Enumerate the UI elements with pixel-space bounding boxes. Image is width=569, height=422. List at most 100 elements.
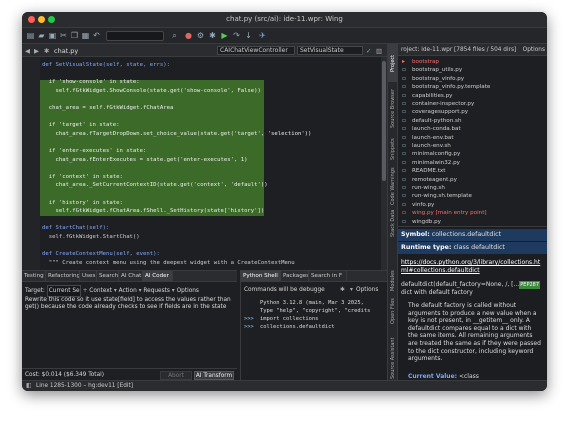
copy-icon[interactable]: ❐ (70, 31, 79, 40)
status-text: Line 1285-1300 – hg:dev11 [Edit] (36, 383, 134, 389)
project-title: roject: ide-11.wpr [7854 files / 504 dir… (401, 47, 517, 53)
vertical-tab-source-browser[interactable]: Source Browser (388, 84, 398, 132)
requests-arrow-icon[interactable]: ▾ (139, 288, 142, 294)
project-item[interactable]: coveragesupport.py (412, 108, 468, 116)
tab-python-shell[interactable]: Python Shell (241, 271, 281, 282)
ai-coder-toolbar: Target: Current Se + Context ▾ Action ▾ … (25, 285, 199, 297)
step-into-icon[interactable]: ↓ (244, 31, 253, 40)
target-dropdown[interactable]: Current Se (46, 285, 81, 297)
class-dropdown[interactable]: CAIChatViewController (217, 46, 295, 55)
shell-prompt: >>> (244, 324, 254, 330)
action-menu-button[interactable]: Action (119, 288, 137, 294)
options-arrow-icon[interactable]: ▾ (350, 285, 353, 295)
python-shell-panel: Python Shell Packages Search in F Commands… (240, 270, 387, 380)
project-item[interactable]: capabilities.py (412, 92, 452, 100)
undo-icon[interactable]: ↶ (92, 31, 101, 40)
method-dropdown[interactable]: SetVisualState (297, 46, 363, 55)
project-item[interactable]: bootstrap_vinfo.py.template (412, 83, 490, 91)
tab-packages[interactable]: Packages (281, 271, 309, 282)
bug-icon[interactable]: ✱ (208, 31, 217, 40)
runtime-label: Runtime type: (401, 244, 452, 251)
vertical-tab-snippets[interactable]: Snippets (388, 134, 398, 164)
tab-search[interactable]: Search (97, 271, 119, 282)
code-area[interactable]: def SetVisualState(self, state, errs): i… (22, 57, 387, 270)
options-arrow-icon[interactable]: ▾ (172, 288, 175, 294)
vertical-tab-open-files[interactable]: Open Files (388, 296, 398, 326)
settings-icon[interactable]: ⚙ (196, 31, 205, 40)
file-icon: ▫ (402, 91, 407, 99)
tab-testing[interactable]: Testing (22, 271, 46, 282)
action-arrow-icon[interactable]: ▾ (114, 288, 117, 294)
vertical-tab-stack-data[interactable]: Stack Data (388, 208, 398, 238)
project-item[interactable]: launch-env.sh (412, 142, 451, 150)
project-item[interactable]: README.txt (412, 167, 445, 175)
paste-icon[interactable]: ▦ (81, 31, 90, 40)
project-item[interactable]: bootstrap_utils.py (412, 66, 462, 74)
open-folder-icon[interactable]: ▰ (37, 31, 46, 40)
requests-menu-button[interactable]: Requests (143, 288, 170, 294)
abort-button[interactable]: Abort (160, 371, 192, 380)
right-pane: Project Source Browser Snippets Code Warnin… (387, 44, 547, 380)
project-item[interactable]: remoteagent.py (412, 176, 457, 184)
shell-output[interactable]: Python 3.12.8 (main, Mar 3 2025, Type "he… (241, 299, 387, 379)
symbol-value: collections.defaultdict (431, 231, 502, 238)
vertical-tab-source-assistant[interactable]: Source Assistant (388, 328, 398, 388)
project-item[interactable]: bootstrap (412, 58, 439, 66)
project-item[interactable]: default-python.sh (412, 117, 462, 125)
code-line: chat_area.fTargetDropDown.set_choice_val… (42, 130, 312, 137)
cut-icon[interactable]: ✂ (59, 31, 68, 40)
context-menu-button[interactable]: Context (89, 288, 112, 294)
project-item[interactable]: vinfo.py (412, 201, 434, 209)
tab-refactoring[interactable]: Refactoring (46, 271, 80, 282)
current-value-label: Current Value: (408, 373, 458, 380)
editor-file-tab[interactable]: chat.py (54, 46, 104, 56)
file-icon: ▫ (402, 192, 407, 200)
line-gutter (22, 57, 40, 270)
vertical-tab-code-warnings[interactable]: Code Warnings (388, 166, 398, 206)
project-item[interactable]: container-inspector.py (412, 100, 474, 108)
status-icon: ◧ (26, 383, 32, 389)
vertical-tab-project[interactable]: Project (388, 44, 398, 82)
forward-arrow-icon[interactable]: ▶ (34, 46, 39, 56)
code-line: chat_area = self.fGtkWidget.fChatArea (42, 105, 174, 111)
tab-ai-chat[interactable]: AI Chat (119, 271, 143, 282)
code-line: self.fGtkWidget.fChatArea.fShell._SetHis… (42, 208, 265, 215)
code-line: if 'show-console' in state: (42, 79, 140, 86)
editor-scrollbar-thumb[interactable] (382, 61, 386, 181)
project-item[interactable]: bootstrap_vinfo.py (412, 75, 464, 83)
title-bar: chat.py (src/ai): ide-11.wpr: Wing (22, 12, 547, 28)
shell-text: Type "help", "copyright", "credits (260, 308, 371, 314)
shell-text: Python 3.12.8 (main, Mar 3 2025, (260, 300, 364, 306)
shell-text: collections.defaultdict (260, 324, 335, 330)
run-icon[interactable]: ▶ (220, 31, 229, 40)
project-options-button[interactable]: Options (523, 44, 545, 55)
project-item[interactable]: minimalconfig.py (412, 150, 460, 158)
doc-link[interactable]: https://docs.python.org/3/library/collec… (401, 259, 544, 275)
tab-uses[interactable]: Uses (80, 271, 97, 282)
step-over-icon[interactable]: ↷ (232, 31, 241, 40)
project-item[interactable]: minimalwin32.py (412, 159, 460, 167)
find-icon[interactable]: ⌕ (170, 31, 179, 40)
save-icon[interactable]: ▣ (48, 31, 57, 40)
project-item[interactable]: launch-conda.bat (412, 125, 461, 133)
context-plus-icon[interactable]: + (83, 288, 88, 294)
project-item[interactable]: run-wing.sh.template (412, 192, 472, 200)
ai-prompt-input[interactable]: Rewrite this code so it use state[field]… (25, 297, 233, 357)
file-icon: ▫ (402, 83, 407, 91)
split-icon[interactable]: ▥ (376, 46, 382, 56)
toolbar-search-input[interactable] (106, 31, 164, 41)
project-item[interactable]: wing.py [main entry point] (412, 209, 487, 217)
shell-options-button[interactable]: Options (356, 285, 378, 295)
project-item[interactable]: wingdb.py (412, 218, 441, 226)
options-menu-button[interactable]: Options (177, 288, 199, 294)
stop-icon[interactable]: ● (184, 31, 193, 40)
project-item[interactable]: launch-env.bat (412, 134, 454, 142)
project-item[interactable]: run-wing.sh (412, 184, 445, 192)
ai-transform-button[interactable]: AI Transform (194, 371, 234, 380)
bug-icon[interactable]: ✱ (340, 285, 345, 295)
new-file-icon[interactable]: ▤ (26, 31, 35, 40)
back-arrow-icon[interactable]: ◀ (25, 46, 30, 56)
tab-ai-coder[interactable]: AI Coder (143, 271, 173, 282)
tab-search-in-f[interactable]: Search in F (309, 271, 347, 282)
vertical-tab-modules[interactable]: Modules (388, 268, 398, 294)
